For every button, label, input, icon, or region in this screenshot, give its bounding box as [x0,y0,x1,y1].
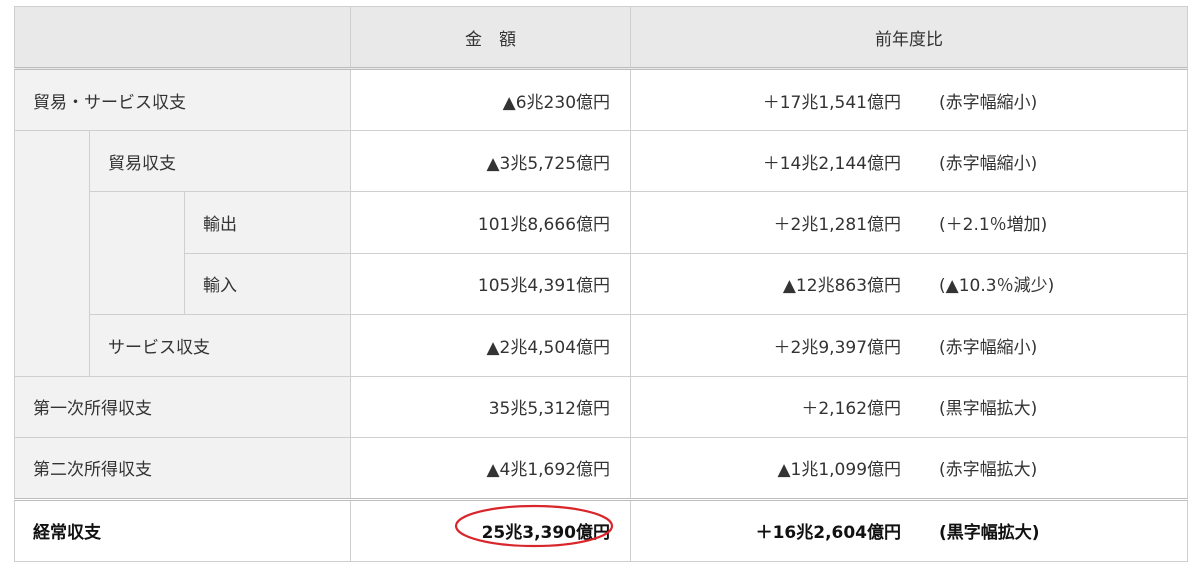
amount-exports: 101兆8,666億円 [350,191,632,254]
table-row: 第一次所得収支 35兆5,312億円 ＋2,162億円 (黒字幅拡大) [13,375,1189,439]
table-row: 輸入 105兆4,391億円 ▲12兆863億円 (▲10.3％減少) [15,252,1189,316]
amount-imports: 105兆4,391億円 [350,252,632,316]
highlighted-amount: 25兆3,390億円 [454,505,613,548]
amount-trade: ▲3兆5,725億円 [350,129,632,193]
table-row: 貿易・サービス収支 ▲6兆230億円 ＋17兆1,541億円 (赤字幅縮小) [13,68,1189,131]
table-row-total: 経常収支 25兆3,390億円 ＋16兆2,604億円 (黒字幅拡大) [13,497,1189,562]
row-label-imports: 輸入 [183,252,352,316]
table-header-row: 金 額 前年度比 [13,5,1189,71]
yoy-note: (＋2.1％増加) [939,215,1048,236]
amount-trade-services: ▲6兆230億円 [350,68,632,131]
yoy-note: (黒字幅拡大) [939,399,1038,420]
yoy-note: (黒字幅拡大) [939,523,1040,544]
amount-primary-income: 35兆5,312億円 [350,375,632,439]
yoy-note: (赤字幅縮小) [939,92,1038,113]
header-yoy: 前年度比 [630,5,1189,71]
yoy-value: ＋16兆2,604億円 [755,523,902,544]
red-circle-highlight [454,505,613,548]
row-label-trade: 貿易収支 [88,129,352,193]
yoy-value: ＋17兆1,541億円 [762,92,902,113]
row-label-trade-services: 貿易・サービス収支 [13,68,352,131]
yoy-note: (赤字幅縮小) [939,153,1038,174]
yoy-trade-services: ＋17兆1,541億円 (赤字幅縮小) [630,68,1189,131]
yoy-current-account: ＋16兆2,604億円 (黒字幅拡大) [630,497,1189,562]
yoy-exports: ＋2兆1,281億円 (＋2.1％増加) [630,191,1189,254]
amount-secondary-income: ▲4兆1,692億円 [350,437,632,500]
row-label-exports: 輸出 [183,191,352,254]
yoy-value: ▲1兆1,099億円 [777,460,902,481]
table-row: サービス収支 ▲2兆4,504億円 ＋2兆9,397億円 (赤字幅縮小) [15,314,1189,377]
header-amount: 金 額 [350,5,632,71]
table-row: 輸出 101兆8,666億円 ＋2兆1,281億円 (＋2.1％増加) [15,191,1189,316]
indent-cell [89,191,185,316]
table-row: 第二次所得収支 ▲4兆1,692億円 ▲1兆1,099億円 (赤字幅拡大) [13,437,1189,500]
yoy-note: (赤字幅拡大) [939,460,1038,481]
row-label-current-account: 経常収支 [13,497,352,562]
yoy-note: (赤字幅縮小) [939,337,1038,358]
amount-services: ▲2兆4,504億円 [350,314,632,377]
row-label-secondary-income: 第二次所得収支 [13,437,352,500]
yoy-value: ＋2,162億円 [801,399,902,420]
yoy-value: ＋14兆2,144億円 [762,153,902,174]
current-account-table: 金 額 前年度比 貿易・サービス収支 ▲6兆230億円 ＋17兆1,541億円 (… [13,5,1189,562]
yoy-primary-income: ＋2,162億円 (黒字幅拡大) [630,375,1189,439]
yoy-value: ＋2兆1,281億円 [773,215,902,236]
yoy-note: (▲10.3％減少) [939,276,1055,297]
yoy-trade: ＋14兆2,144億円 (赤字幅縮小) [630,129,1189,193]
balance-table-container: 金 額 前年度比 貿易・サービス収支 ▲6兆230億円 ＋17兆1,541億円 (… [13,5,1189,562]
amount-current-account: 25兆3,390億円 [350,497,632,562]
row-label-primary-income: 第一次所得収支 [13,375,352,439]
yoy-value: ▲12兆863億円 [782,276,902,297]
yoy-secondary-income: ▲1兆1,099億円 (赤字幅拡大) [630,437,1189,500]
row-label-services: サービス収支 [88,314,352,377]
table-row: 貿易収支 ▲3兆5,725億円 ＋14兆2,144億円 (赤字幅縮小) [14,129,1189,377]
header-blank-cell [13,5,352,71]
yoy-value: ＋2兆9,397億円 [773,337,902,358]
indent-cell [14,129,90,377]
yoy-imports: ▲12兆863億円 (▲10.3％減少) [630,252,1189,316]
yoy-services: ＋2兆9,397億円 (赤字幅縮小) [630,314,1189,377]
